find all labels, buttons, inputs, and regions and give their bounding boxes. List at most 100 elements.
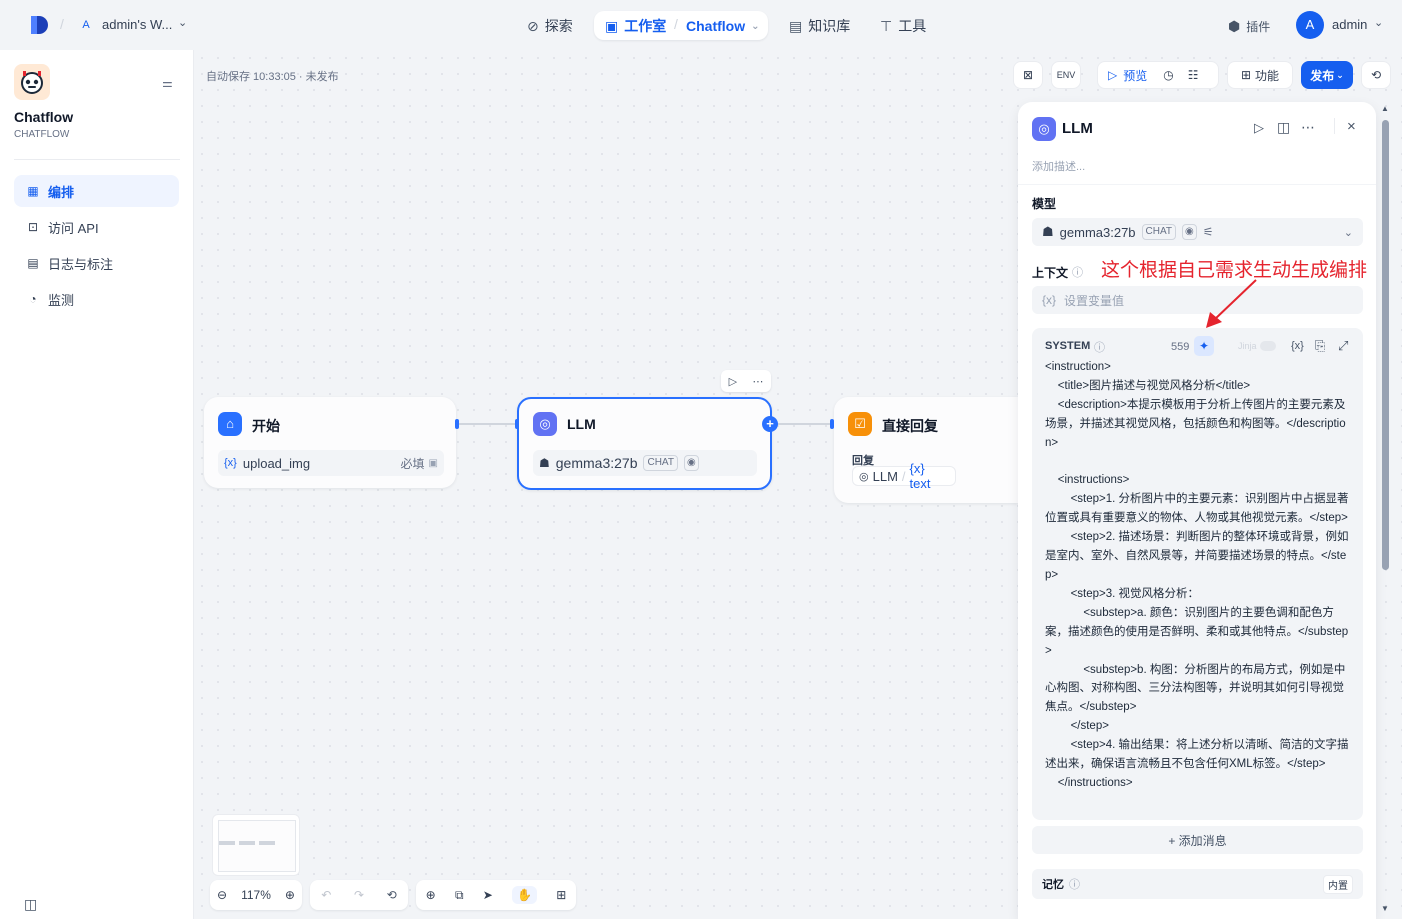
sidebar-item-logs[interactable]: ▤ 日志与标注 bbox=[14, 247, 179, 279]
sidebar-item-label: 日志与标注 bbox=[48, 256, 114, 272]
chevron-down-icon[interactable]: ⌄ bbox=[1374, 16, 1383, 29]
add-block-icon[interactable]: ⊕ bbox=[426, 888, 436, 902]
redo-icon[interactable]: ↷ bbox=[354, 888, 364, 902]
chevron-down-icon[interactable]: ⌄ bbox=[178, 16, 187, 29]
node-answer[interactable]: ☑ 直接回复 回复 ◎ LLM / {x} text bbox=[834, 397, 1018, 503]
scroll-up-icon[interactable]: ▲ bbox=[1381, 104, 1389, 113]
nav-explore[interactable]: ⊘ 探索 bbox=[527, 15, 573, 37]
file-list-icon: ▤ bbox=[27, 256, 39, 270]
left-sidebar: ⚌ Chatflow CHATFLOW ▦ 编排 ⊡ 访问 API ▤ 日志与标… bbox=[0, 50, 194, 919]
jinja-toggle[interactable] bbox=[1260, 341, 1276, 351]
insert-variable-button[interactable]: {x} bbox=[1291, 340, 1304, 352]
add-node-icon[interactable]: + bbox=[762, 416, 778, 432]
help-circle-icon[interactable]: ⓘ bbox=[1069, 876, 1080, 892]
plugins-label: 插件 bbox=[1246, 19, 1271, 34]
nav-studio[interactable]: ▣ 工作室 bbox=[605, 15, 666, 37]
grid-icon: ⊞ bbox=[1240, 68, 1252, 82]
play-icon[interactable]: ▷ bbox=[729, 375, 737, 388]
minimap[interactable] bbox=[212, 814, 300, 876]
pointer-icon[interactable]: ➤ bbox=[483, 888, 493, 902]
checklist-icon[interactable]: ☷ bbox=[1188, 68, 1199, 82]
plugins-button[interactable]: ⬢ 插件 bbox=[1228, 15, 1270, 37]
answer-variable-ref[interactable]: ◎ LLM / {x} text bbox=[852, 461, 956, 491]
node-start[interactable]: ⌂ 开始 {x} upload_img 必填 ▣ bbox=[204, 397, 456, 488]
organize-icon[interactable]: ⊞ bbox=[556, 888, 566, 902]
nav-tools[interactable]: ⊤ 工具 bbox=[880, 15, 926, 37]
zoom-out-icon[interactable]: ⊖ bbox=[217, 888, 227, 902]
prompt-generator-button[interactable]: ✦ bbox=[1194, 336, 1214, 356]
note-icon[interactable]: ⧉ bbox=[455, 888, 464, 903]
minimap-node bbox=[259, 841, 275, 845]
sidebar-item-orchestrate[interactable]: ▦ 编排 bbox=[14, 175, 179, 207]
play-icon[interactable]: ▷ bbox=[1108, 68, 1117, 82]
system-prompt-text[interactable]: <instruction> <title>图片描述与视觉风格分析</title>… bbox=[1045, 358, 1351, 793]
history-button[interactable]: ⟲ bbox=[1361, 61, 1391, 89]
expand-icon[interactable]: ⤢ bbox=[1338, 338, 1348, 354]
eye-icon: ◉ bbox=[1182, 224, 1197, 240]
eye-icon: ◉ bbox=[683, 455, 699, 471]
add-message-button[interactable]: + 添加消息 bbox=[1032, 826, 1363, 854]
help-circle-icon[interactable]: ⓘ bbox=[1094, 339, 1105, 355]
autosave-status: 自动保存 10:33:05 · 未发布 bbox=[206, 71, 339, 83]
app-logo-icon[interactable] bbox=[28, 14, 50, 36]
user-menu[interactable]: admin bbox=[1332, 17, 1367, 32]
nav-knowledge[interactable]: ▤ 知识库 bbox=[789, 15, 850, 37]
panel-scrollbar[interactable] bbox=[1382, 120, 1389, 570]
history-icon[interactable]: ⟲ bbox=[387, 888, 397, 902]
avatar[interactable]: A bbox=[1296, 11, 1324, 39]
scroll-down-icon[interactable]: ▼ bbox=[1381, 904, 1389, 913]
answer-icon: ☑ bbox=[848, 412, 872, 436]
close-icon[interactable]: × bbox=[1347, 118, 1356, 135]
hand-icon[interactable]: ✋ bbox=[512, 886, 538, 904]
home-icon: ⌂ bbox=[218, 412, 242, 436]
llm-model-chip[interactable]: ☗ gemma3:27b CHAT ◉ bbox=[533, 450, 757, 476]
answer-input-handle[interactable] bbox=[830, 419, 834, 429]
sparkle-icon: ✦ bbox=[1198, 339, 1210, 353]
settings-sliders-icon[interactable]: ⚟ bbox=[1203, 225, 1214, 239]
workspace-switcher[interactable]: admin's W... bbox=[102, 17, 172, 32]
model-selector[interactable]: ☗ gemma3:27b CHAT ◉ ⚟ ⌄ bbox=[1032, 218, 1363, 246]
sidebar-toggle-icon[interactable]: ◫ bbox=[24, 896, 37, 913]
context-label: 上下文 bbox=[1032, 266, 1069, 280]
undo-icon[interactable]: ↶ bbox=[321, 888, 331, 902]
chevron-down-icon: ⌄ bbox=[1336, 69, 1344, 80]
start-output-handle[interactable] bbox=[455, 419, 459, 429]
edge-llm-answer[interactable] bbox=[771, 423, 833, 425]
zoom-level[interactable]: 117% bbox=[241, 888, 271, 902]
more-icon[interactable]: ⋯ bbox=[1301, 119, 1315, 136]
env-button[interactable]: ENV bbox=[1051, 61, 1081, 89]
nav-app-switcher[interactable]: Chatflow ⌄ bbox=[686, 15, 760, 37]
memory-section[interactable]: 记忆 ⓘ 内置 bbox=[1032, 869, 1363, 899]
checklist-icon: ⊠ bbox=[1022, 68, 1034, 82]
model-mode-tag: CHAT bbox=[643, 455, 678, 471]
minimap-viewport[interactable] bbox=[218, 820, 296, 872]
history-icon: ⟲ bbox=[1370, 68, 1382, 82]
edge-start-llm[interactable] bbox=[457, 423, 517, 425]
description-input[interactable]: 添加描述... bbox=[1032, 158, 1085, 174]
divider bbox=[1018, 184, 1376, 185]
required-label: 必填 bbox=[400, 456, 425, 471]
start-variable[interactable]: {x} upload_img 必填 ▣ bbox=[218, 450, 444, 476]
sidebar-item-api[interactable]: ⊡ 访问 API bbox=[14, 211, 179, 243]
run-step-icon[interactable]: ▷ bbox=[1254, 120, 1264, 136]
sidebar-item-monitor[interactable]: ◔ 监测 bbox=[14, 283, 179, 315]
help-book-icon[interactable]: ◫ bbox=[1277, 119, 1290, 136]
clipboard-icon[interactable]: ⎘ bbox=[1315, 338, 1325, 354]
breadcrumb-separator: / bbox=[60, 16, 64, 32]
publish-button[interactable]: 发布 ⌄ bbox=[1301, 61, 1353, 89]
llm-input-handle[interactable] bbox=[515, 419, 519, 429]
run-history-icon[interactable]: ◷ bbox=[1163, 68, 1173, 82]
nav-separator: / bbox=[674, 16, 678, 32]
dashboard-icon: ◔ bbox=[29, 292, 37, 306]
llm-icon: ◎ bbox=[859, 470, 869, 483]
node-llm[interactable]: ◎ LLM ☗ gemma3:27b CHAT ◉ bbox=[517, 397, 772, 490]
features-button[interactable]: ⊞ 功能 bbox=[1227, 61, 1293, 89]
checklist-button[interactable]: ⊠ bbox=[1013, 61, 1043, 89]
more-icon[interactable]: ⋯ bbox=[752, 375, 763, 388]
panel-title[interactable]: LLM bbox=[1062, 120, 1093, 137]
zoom-in-icon[interactable]: ⊕ bbox=[285, 888, 295, 902]
preview-button[interactable]: 预览 bbox=[1123, 67, 1147, 84]
sidebar-collapse-icon[interactable]: ⚌ bbox=[162, 76, 173, 90]
context-variable-input[interactable]: {x} 设置变量值 bbox=[1032, 286, 1363, 314]
help-circle-icon[interactable]: ⓘ bbox=[1072, 264, 1083, 280]
